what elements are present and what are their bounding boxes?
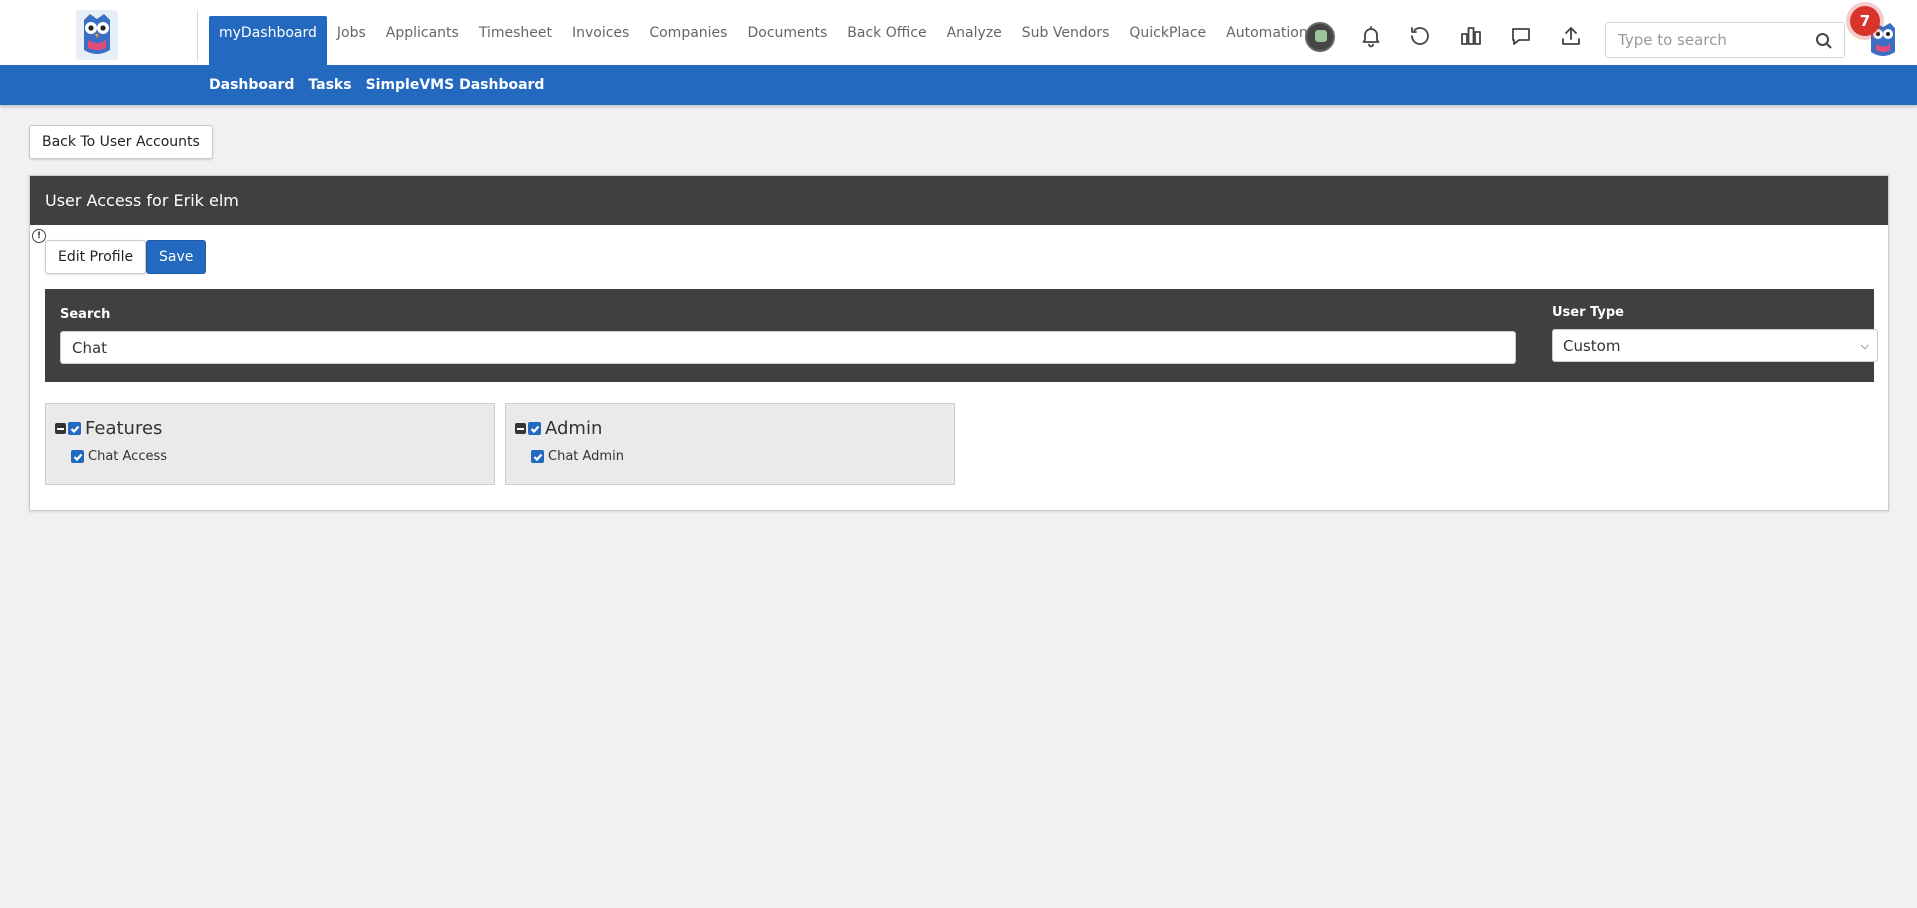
user-type-label: User Type [1552, 305, 1624, 320]
group-checkbox-features[interactable] [68, 422, 81, 435]
nav-item-sub-vendors[interactable]: Sub Vendors [1012, 16, 1120, 50]
permission-label: Chat Access [88, 449, 168, 464]
global-search [1605, 22, 1845, 58]
chevron-down-icon: ⌵ [1860, 338, 1869, 352]
nav-item-mydashboard[interactable]: myDashboard [209, 16, 327, 65]
group-header: Features [55, 418, 162, 439]
panel-title: User Access for Erik elm [30, 176, 1888, 225]
nav-item-analyze[interactable]: Analyze [937, 16, 1012, 50]
edit-profile-button[interactable]: Edit Profile [45, 240, 147, 274]
user-access-panel: User Access for Erik elm ! Edit Profile … [29, 175, 1889, 511]
nav-item-timesheet[interactable]: Timesheet [469, 16, 562, 50]
global-search-input[interactable] [1606, 23, 1796, 57]
nav-item-invoices[interactable]: Invoices [562, 16, 639, 50]
permission-item: Chat Admin [531, 449, 624, 464]
nav-item-quickplace[interactable]: QuickPlace [1119, 16, 1216, 50]
bell-icon[interactable] [1356, 21, 1386, 51]
group-checkbox-admin[interactable] [528, 422, 541, 435]
subnav-item-dashboard[interactable]: Dashboard [209, 77, 294, 93]
nav-item-automation[interactable]: Automation [1216, 16, 1318, 50]
info-icon[interactable]: ! [32, 229, 46, 243]
search-icon[interactable] [1814, 31, 1834, 51]
collapse-icon[interactable] [515, 423, 526, 434]
user-type-selected-value: Custom [1563, 336, 1621, 355]
group-title: Admin [545, 418, 603, 439]
sub-navbar: Dashboard Tasks SimpleVMS Dashboard [0, 65, 1917, 105]
nav-item-jobs[interactable]: Jobs [327, 16, 376, 50]
permission-group-features: Features Chat Access [45, 403, 495, 485]
subnav-item-tasks[interactable]: Tasks [308, 77, 351, 93]
language-globe-icon[interactable] [1305, 22, 1335, 52]
save-button[interactable]: Save [146, 240, 207, 274]
filter-bar: Search User Type Custom ⌵ [45, 289, 1878, 382]
history-icon[interactable] [1405, 21, 1435, 51]
subnav-item-simplevms-dashboard[interactable]: SimpleVMS Dashboard [366, 77, 545, 93]
permission-search-input[interactable] [60, 331, 1516, 364]
permission-checkbox-chat-access[interactable] [71, 450, 84, 463]
back-to-user-accounts-button[interactable]: Back To User Accounts [29, 125, 213, 159]
chat-icon[interactable] [1506, 21, 1536, 51]
permission-checkbox-chat-admin[interactable] [531, 450, 544, 463]
sub-nav: Dashboard Tasks SimpleVMS Dashboard [209, 65, 544, 105]
nav-item-documents[interactable]: Documents [737, 16, 837, 50]
permission-label: Chat Admin [548, 449, 624, 464]
group-header: Admin [515, 418, 602, 439]
main-nav: myDashboard Jobs Applicants Timesheet In… [209, 16, 1318, 65]
nav-item-companies[interactable]: Companies [639, 16, 737, 50]
permission-group-admin: Admin Chat Admin [505, 403, 955, 485]
group-title: Features [85, 418, 163, 439]
chart-icon[interactable] [1456, 21, 1486, 51]
permission-item: Chat Access [71, 449, 167, 464]
search-label: Search [60, 307, 111, 322]
notification-badge[interactable]: 7 [1850, 6, 1880, 36]
nav-item-back-office[interactable]: Back Office [837, 16, 936, 50]
user-type-select[interactable]: Custom ⌵ [1552, 329, 1878, 362]
upload-icon[interactable] [1556, 21, 1586, 51]
top-navbar: myDashboard Jobs Applicants Timesheet In… [0, 0, 1917, 65]
nav-divider [197, 10, 198, 62]
collapse-icon[interactable] [55, 423, 66, 434]
nav-item-applicants[interactable]: Applicants [376, 16, 469, 50]
owl-logo[interactable] [76, 10, 118, 60]
